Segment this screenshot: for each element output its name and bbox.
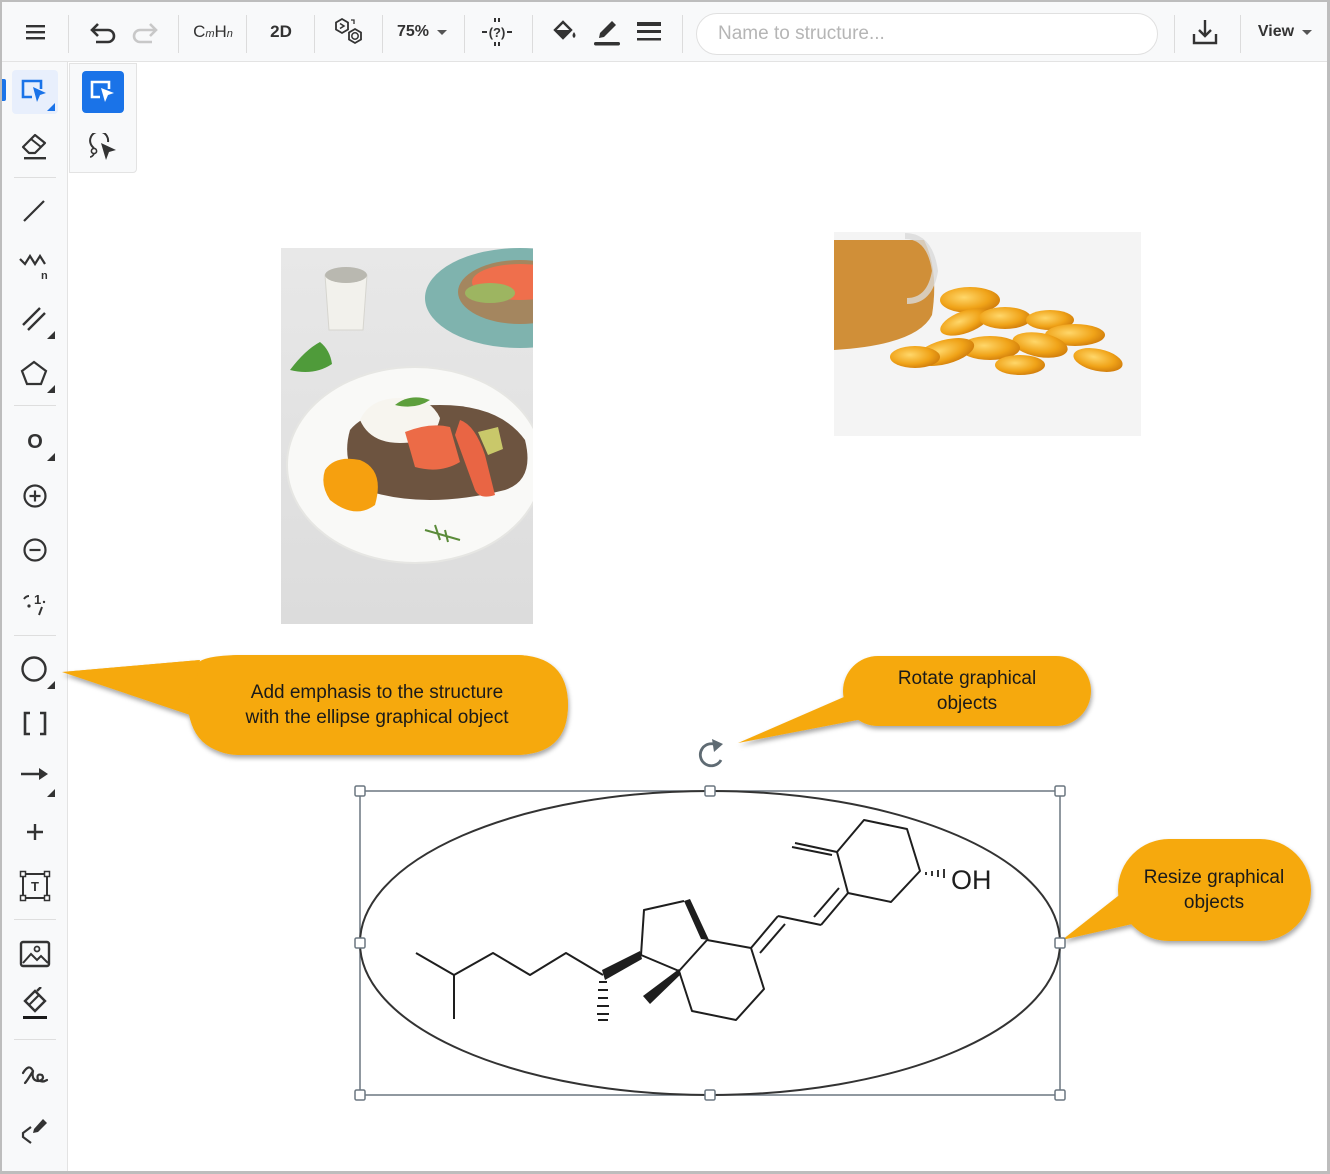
methylene-double-bond — [794, 842, 838, 853]
avocado-back — [465, 283, 515, 303]
resize-handle-right[interactable] — [1054, 937, 1066, 949]
emphasis-ellipse[interactable] — [359, 790, 1061, 1096]
food-photo[interactable] — [281, 248, 615, 624]
hydroxyl-label: OH — [951, 865, 992, 895]
resize-handle-bottom[interactable] — [704, 1089, 716, 1101]
rotate-arrowhead — [712, 739, 723, 752]
double-bond — [759, 923, 786, 954]
resize-handle-bottom-right[interactable] — [1054, 1089, 1066, 1101]
methylene-double-bond — [791, 846, 833, 856]
resize-callout — [1062, 839, 1311, 941]
resize-handles[interactable] — [354, 785, 1066, 1101]
resize-callout-line-2: objects — [1184, 892, 1244, 913]
ellipse-callout — [62, 655, 568, 755]
resize-handle-left[interactable] — [354, 937, 366, 949]
wedge-bond — [684, 899, 709, 940]
rotate-callout-line-2: objects — [937, 693, 997, 714]
rotate-callout-line-1: Rotate graphical — [898, 668, 1036, 689]
ellipse-callout-line-1: Add emphasis to the structure — [251, 682, 503, 703]
double-bond — [820, 892, 849, 926]
selection-frame — [359, 790, 1061, 1096]
hashed-bond — [597, 981, 609, 1021]
cup — [324, 274, 368, 331]
double-bond — [750, 915, 779, 949]
double-bond — [813, 887, 840, 918]
ring-d-bonds — [640, 900, 685, 956]
resize-handle-top-left[interactable] — [354, 785, 366, 797]
drawing-canvas[interactable]: Add emphasis to the structure with the e… — [0, 0, 1330, 1174]
vitamin-d3-structure[interactable] — [415, 819, 945, 1021]
resize-handle-bottom-left[interactable] — [354, 1089, 366, 1101]
wedge-bond — [602, 951, 642, 980]
resize-handle-top[interactable] — [704, 785, 716, 797]
ring-d-bonds — [640, 939, 708, 972]
capsules-photo[interactable] — [834, 232, 1141, 436]
resize-handle-top-right[interactable] — [1054, 785, 1066, 797]
side-chain-bonds — [415, 952, 604, 976]
ring-a-bonds — [836, 819, 921, 903]
ellipse-callout-line-2: with the ellipse graphical object — [245, 707, 510, 728]
methyl-wedge — [643, 969, 681, 1004]
resize-callout-line-1: Resize graphical — [1144, 867, 1284, 888]
rotate-handle[interactable] — [698, 739, 723, 768]
cup-top — [325, 267, 367, 283]
hashed-bond — [925, 869, 945, 878]
ring-c-bonds — [678, 939, 765, 1021]
